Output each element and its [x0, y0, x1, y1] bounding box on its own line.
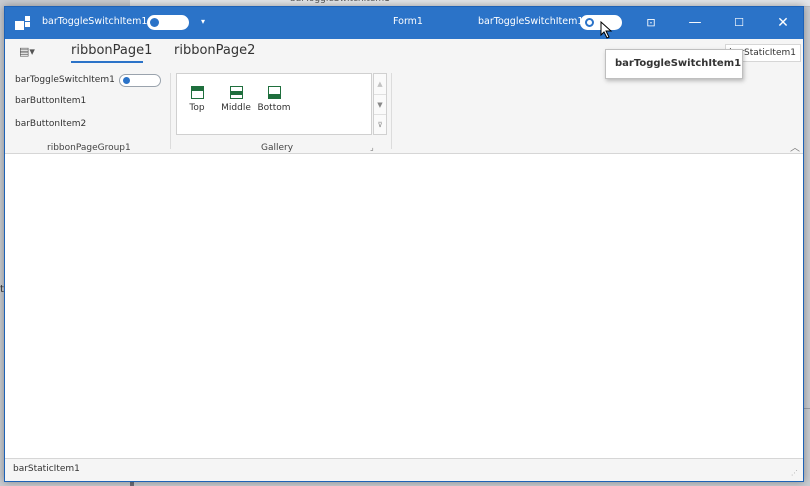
close-button[interactable]: ✕: [761, 7, 805, 39]
tab-ribbon-page-2[interactable]: ribbonPage2: [174, 43, 255, 58]
gallery-item-label: Middle: [221, 103, 251, 113]
toggle-tooltip: barToggleSwitchItem1: [605, 49, 743, 79]
qat-customize-dropdown-icon[interactable]: ▾: [201, 17, 205, 26]
group-toggle-switch[interactable]: [119, 74, 161, 87]
toggle-knob: [585, 18, 594, 27]
bar-button-item-1[interactable]: barButtonItem1: [15, 96, 86, 106]
app-icon[interactable]: [15, 15, 31, 31]
gallery-item-label: Top: [189, 103, 205, 113]
background-ghost-text: barToggleSwitchItem1: [290, 0, 390, 4]
header-toggle-label: barToggleSwitchItem1: [478, 16, 584, 27]
background-tick: [803, 408, 810, 409]
size-grip-icon[interactable]: ⋰: [791, 469, 799, 477]
gallery-item-middle[interactable]: Middle: [219, 86, 253, 113]
title-bar[interactable]: barToggleSwitchItem1 ▾ Form1 barToggleSw…: [5, 7, 803, 39]
gallery-expand-button[interactable]: ⊽: [374, 114, 386, 135]
gallery-item-top[interactable]: Top: [185, 86, 209, 113]
status-static-item: barStaticItem1: [13, 464, 80, 474]
toggle-knob: [150, 18, 159, 27]
toggle-knob: [123, 77, 130, 84]
group-separator: [170, 73, 171, 149]
gallery-scrollbar: ▲ ▼ ⊽: [373, 73, 387, 135]
minimize-button[interactable]: —: [673, 7, 717, 39]
ribbon-group-caption-gallery: Gallery: [261, 143, 294, 153]
ribbon-group-caption-1: ribbonPageGroup1: [47, 143, 131, 153]
group-toggle-label: barToggleSwitchItem1: [15, 75, 115, 85]
gallery-scroll-up-button[interactable]: ▲: [374, 74, 386, 94]
application-menu-icon[interactable]: ▤▾: [19, 45, 41, 59]
tab-ribbon-page-1[interactable]: ribbonPage1: [71, 43, 152, 58]
ribbon-display-options-button[interactable]: ⊡: [629, 7, 673, 39]
align-top-icon: [190, 86, 204, 99]
qat-toggle-label: barToggleSwitchItem1: [42, 16, 148, 27]
gallery-scroll-down-button[interactable]: ▼: [374, 94, 386, 115]
align-middle-icon: [229, 86, 243, 99]
dialog-launcher-icon[interactable]: ⌟: [370, 143, 374, 152]
form-window: barToggleSwitchItem1 ▾ Form1 barToggleSw…: [4, 6, 804, 482]
status-bar: barStaticItem1 ⋰: [5, 458, 803, 481]
align-bottom-icon: [267, 86, 281, 99]
active-tab-indicator: [71, 61, 143, 63]
mouse-cursor-icon: [600, 21, 613, 39]
window-title: Form1: [393, 16, 423, 27]
collapse-ribbon-chevron-icon[interactable]: ︿: [790, 139, 800, 154]
gallery-item-bottom[interactable]: Bottom: [256, 86, 292, 113]
bar-button-item-2[interactable]: barButtonItem2: [15, 119, 86, 129]
gallery-item-label: Bottom: [257, 103, 291, 113]
gallery: Top Middle Bottom: [176, 73, 372, 135]
qat-toggle-switch[interactable]: [147, 15, 189, 30]
group-separator: [391, 73, 392, 149]
maximize-button[interactable]: ☐: [717, 7, 761, 39]
client-area[interactable]: [5, 154, 803, 459]
